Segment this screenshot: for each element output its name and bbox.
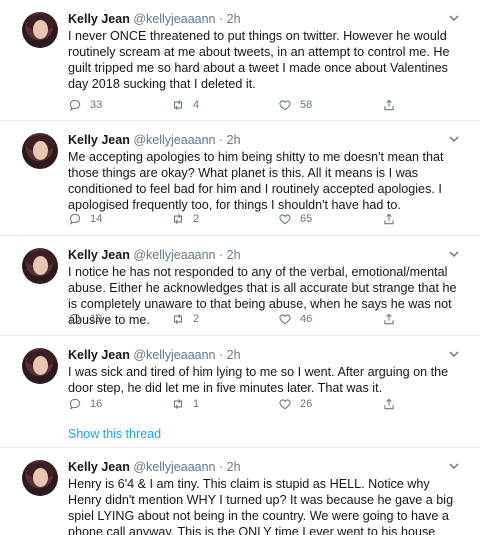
retweet-count: 2 [193, 313, 200, 325]
retweet-button[interactable]: 4 [171, 97, 199, 113]
like-count: 26 [300, 398, 313, 410]
tweet-text: I was sick and tired of him lying to me … [68, 365, 449, 395]
tweet[interactable]: Kelly Jean @kellyjeaaann · 2h Me accepti… [0, 121, 480, 236]
reply-count: 14 [90, 213, 103, 225]
tweet-header: Kelly Jean @kellyjeaaann · 2h [68, 133, 241, 148]
author-name[interactable]: Kelly Jean [68, 12, 130, 26]
reply-button[interactable]: 19 [68, 311, 102, 327]
tweet-text: Henry is 6'4 & I am tiny. This claim is … [68, 477, 454, 535]
separator-dot: · [219, 248, 224, 262]
retweet-count: 2 [193, 213, 200, 225]
timestamp[interactable]: 2h [227, 12, 241, 26]
timestamp[interactable]: 2h [227, 133, 241, 147]
show-thread-link[interactable]: Show this thread [68, 427, 161, 441]
reply-icon [69, 213, 81, 225]
like-count: 65 [300, 213, 313, 225]
avatar[interactable] [22, 133, 58, 169]
like-button[interactable]: 58 [278, 97, 312, 113]
tweet-text: Me accepting apologies to him being shit… [68, 150, 444, 212]
tweet-header: Kelly Jean @kellyjeaaann · 2h [68, 12, 241, 27]
like-count: 46 [300, 313, 313, 325]
heart-icon [279, 314, 291, 325]
share-button[interactable] [382, 396, 404, 412]
chevron-down-icon[interactable] [448, 349, 460, 359]
reply-icon [69, 313, 81, 325]
share-button[interactable] [382, 311, 404, 327]
like-button[interactable]: 46 [278, 311, 312, 327]
heart-icon [279, 399, 291, 410]
tweet[interactable]: Kelly Jean @kellyjeaaann · 2h I never ON… [0, 0, 480, 121]
share-icon [384, 99, 394, 111]
retweet-count: 4 [193, 99, 200, 111]
reply-count: 19 [90, 313, 103, 325]
author-handle[interactable]: @kellyjeaaann [133, 248, 215, 262]
author-name[interactable]: Kelly Jean [68, 348, 130, 362]
separator-dot: · [219, 348, 224, 362]
author-name[interactable]: Kelly Jean [68, 460, 130, 474]
reply-button[interactable]: 14 [68, 211, 102, 227]
author-handle[interactable]: @kellyjeaaann [133, 133, 215, 147]
retweet-icon [173, 99, 183, 111]
avatar[interactable] [22, 348, 58, 384]
timestamp[interactable]: 2h [227, 348, 241, 362]
tweet-text: I notice he has not responded to any of … [68, 265, 457, 327]
retweet-count: 1 [193, 398, 200, 410]
tweet[interactable]: Kelly Jean @kellyjeaaann · 2h I notice h… [0, 236, 480, 336]
separator-dot: · [219, 460, 224, 474]
timestamp[interactable]: 2h [227, 248, 241, 262]
like-button[interactable]: 65 [278, 211, 312, 227]
retweet-icon [173, 398, 183, 410]
chevron-down-icon[interactable] [448, 134, 460, 144]
tweet-header: Kelly Jean @kellyjeaaann · 2h [68, 248, 241, 263]
reply-button[interactable]: 16 [68, 396, 102, 412]
tweet-header: Kelly Jean @kellyjeaaann · 2h [68, 460, 241, 475]
avatar[interactable] [22, 12, 58, 48]
separator-dot: · [219, 133, 224, 147]
reply-icon [69, 398, 81, 410]
reply-icon [69, 99, 81, 111]
tweet-header: Kelly Jean @kellyjeaaann · 2h [68, 348, 241, 363]
author-handle[interactable]: @kellyjeaaann [133, 348, 215, 362]
separator-dot: · [219, 12, 224, 26]
chevron-down-icon[interactable] [448, 461, 460, 471]
share-icon [384, 213, 394, 225]
retweet-button[interactable]: 2 [171, 311, 199, 327]
tweet[interactable]: Kelly Jean @kellyjeaaann · 2h Henry is 6… [0, 448, 480, 535]
retweet-icon [173, 213, 183, 225]
like-count: 58 [300, 99, 313, 111]
author-handle[interactable]: @kellyjeaaann [133, 460, 215, 474]
share-button[interactable] [382, 97, 404, 113]
reply-count: 16 [90, 398, 103, 410]
author-name[interactable]: Kelly Jean [68, 133, 130, 147]
reply-button[interactable]: 33 [68, 97, 102, 113]
author-handle[interactable]: @kellyjeaaann [133, 12, 215, 26]
avatar[interactable] [22, 248, 58, 284]
heart-icon [279, 214, 291, 225]
retweet-button[interactable]: 2 [171, 211, 199, 227]
retweet-button[interactable]: 1 [171, 396, 199, 412]
share-button[interactable] [382, 211, 404, 227]
author-name[interactable]: Kelly Jean [68, 248, 130, 262]
heart-icon [279, 100, 291, 111]
like-button[interactable]: 26 [278, 396, 312, 412]
retweet-icon [173, 313, 183, 325]
reply-count: 33 [90, 99, 103, 111]
chevron-down-icon[interactable] [448, 13, 460, 23]
avatar[interactable] [22, 460, 58, 496]
tweet-text: I never ONCE threatened to put things on… [68, 29, 450, 91]
share-icon [384, 398, 394, 410]
timestamp[interactable]: 2h [227, 460, 241, 474]
chevron-down-icon[interactable] [448, 249, 460, 259]
share-icon [384, 313, 394, 325]
